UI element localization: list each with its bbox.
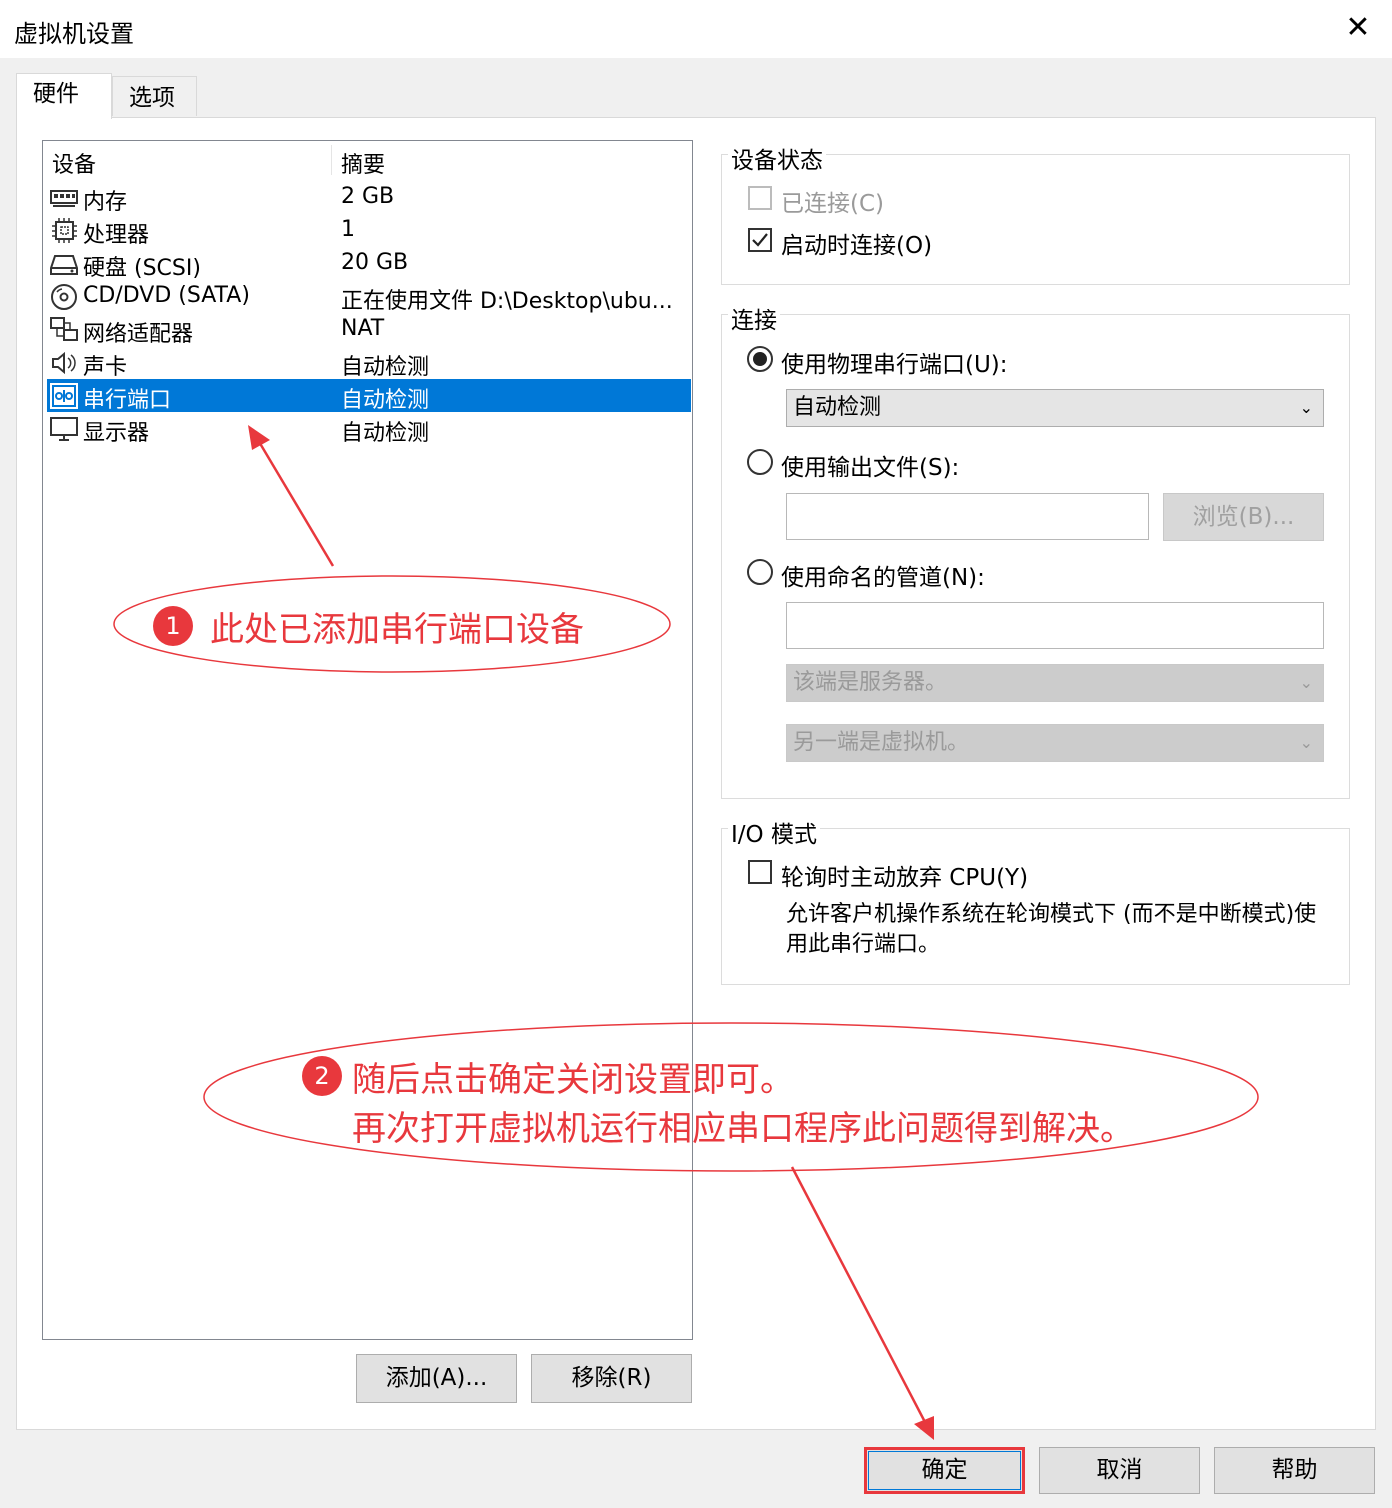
yield-cpu-checkbox[interactable] [748, 860, 772, 884]
yield-cpu-label: 轮询时主动放弃 CPU(Y) [781, 865, 1029, 891]
output-file-radio[interactable] [747, 449, 773, 475]
annotation-text-2-line1: 随后点击确定关闭设置即可。 [352, 1060, 794, 1100]
title-bar: 虚拟机设置 ✕ [0, 0, 1392, 58]
device-row-display[interactable]: 显示器 自动检测 [47, 412, 691, 446]
pipe-other-end-value: 另一端是虚拟机。 [793, 730, 970, 755]
display-icon [50, 417, 78, 441]
annotation-badge-2: 2 [302, 1056, 342, 1096]
device-summary: NAT [341, 316, 385, 341]
remove-device-button[interactable]: 移除(R) [531, 1354, 692, 1403]
device-name: 显示器 [83, 421, 150, 446]
device-name: 内存 [83, 190, 128, 215]
network-adapter-icon [50, 317, 78, 341]
output-file-input[interactable] [786, 493, 1149, 540]
connected-label: 已连接(C) [781, 191, 885, 217]
add-device-button[interactable]: 添加(A)... [356, 1354, 517, 1403]
connect-on-start-label: 启动时连接(O) [781, 233, 933, 259]
device-row-network-adapter[interactable]: 网络适配器 NAT [47, 313, 691, 347]
device-name: 网络适配器 [83, 322, 194, 347]
physical-port-radio[interactable] [747, 346, 773, 372]
device-row-sound-card[interactable]: 声卡 自动检测 [47, 346, 691, 380]
cancel-button[interactable]: 取消 [1039, 1447, 1200, 1494]
tab-options[interactable]: 选项 [112, 76, 197, 116]
annotation-text-1: 此处已添加串行端口设备 [210, 610, 584, 650]
window-title: 虚拟机设置 [14, 20, 134, 48]
cd-dvd-icon [51, 284, 77, 310]
physical-port-label: 使用物理串行端口(U): [781, 352, 1008, 378]
device-row-memory[interactable]: 内存 2 GB [47, 181, 691, 215]
device-name: CD/DVD (SATA) [83, 283, 250, 308]
annotation-text-2-line2: 再次打开虚拟机运行相应串口程序此问题得到解决。 [352, 1109, 1134, 1149]
chevron-down-icon: ⌄ [1299, 733, 1313, 752]
hard-disk-icon [50, 255, 78, 275]
connected-checkbox[interactable] [748, 186, 772, 210]
checkmark-icon [752, 233, 768, 247]
chevron-down-icon: ⌄ [1299, 673, 1313, 692]
output-file-label: 使用输出文件(S): [781, 455, 960, 481]
device-summary: 自动检测 [341, 388, 430, 413]
device-status-title: 设备状态 [728, 141, 826, 175]
memory-icon [50, 190, 78, 207]
annotation-badge-1: 1 [153, 606, 193, 646]
device-list[interactable]: 设备 摘要 内存 2 GB 处理器 1 硬盘 (SCSI) 20 GB CD/D… [42, 140, 693, 1340]
device-name: 串行端口 [83, 388, 172, 413]
device-summary: 20 GB [341, 250, 409, 275]
io-mode-description: 允许客户机操作系统在轮询模式下 (而不是中断模式)使用此串行端口。 [786, 902, 1317, 957]
pipe-other-end-select[interactable]: 另一端是虚拟机。 ⌄ [786, 724, 1324, 762]
device-row-hard-disk[interactable]: 硬盘 (SCSI) 20 GB [47, 247, 691, 281]
named-pipe-input[interactable] [786, 602, 1324, 649]
browse-button[interactable]: 浏览(B)... [1163, 493, 1324, 541]
connect-on-start-checkbox[interactable] [748, 228, 772, 252]
named-pipe-radio[interactable] [747, 559, 773, 585]
device-name: 声卡 [83, 355, 128, 380]
device-summary: 1 [341, 217, 355, 242]
device-name: 处理器 [83, 223, 150, 248]
connection-title: 连接 [728, 301, 780, 335]
device-summary: 正在使用文件 D:\Desktop\ubu... [341, 289, 673, 314]
tab-hardware[interactable]: 硬件 [16, 73, 112, 119]
io-mode-title: I/O 模式 [728, 815, 820, 849]
column-separator[interactable] [331, 145, 332, 175]
device-summary: 自动检测 [341, 421, 430, 446]
column-header-summary[interactable]: 摘要 [341, 147, 385, 179]
device-name: 硬盘 (SCSI) [83, 256, 201, 281]
chevron-down-icon: ⌄ [1299, 398, 1313, 417]
pipe-end-select[interactable]: 该端是服务器。 ⌄ [786, 664, 1324, 702]
close-icon[interactable]: ✕ [1340, 10, 1376, 46]
device-row-cd-dvd[interactable]: CD/DVD (SATA) 正在使用文件 D:\Desktop\ubu... [47, 280, 691, 314]
device-row-serial-port[interactable]: 串行端口 自动检测 [47, 379, 691, 413]
device-summary: 自动检测 [341, 355, 430, 380]
physical-port-value: 自动检测 [793, 395, 882, 420]
device-summary: 2 GB [341, 184, 395, 209]
sound-card-icon [52, 351, 76, 375]
physical-port-select[interactable]: 自动检测 ⌄ [786, 389, 1324, 427]
ok-button[interactable]: 确定 [864, 1447, 1025, 1494]
pipe-end-value: 该端是服务器。 [793, 670, 948, 695]
column-header-device[interactable]: 设备 [52, 147, 96, 179]
help-button[interactable]: 帮助 [1214, 1447, 1375, 1494]
named-pipe-label: 使用命名的管道(N): [781, 565, 985, 591]
serial-port-icon [50, 383, 78, 409]
processor-icon [52, 218, 77, 243]
device-row-processor[interactable]: 处理器 1 [47, 214, 691, 248]
